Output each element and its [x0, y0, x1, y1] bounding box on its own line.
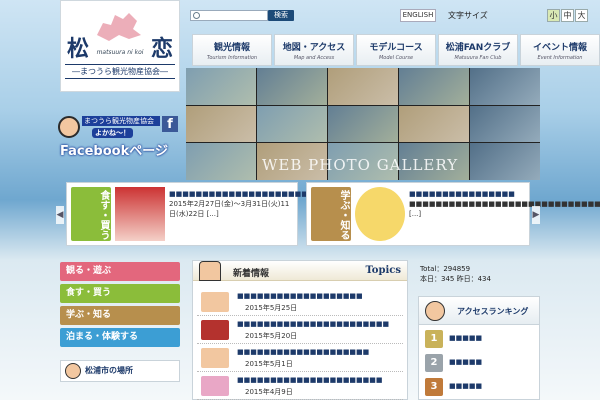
feature-card[interactable]: 学ぶ・知る ■■■■■■■■■■■■■■■■ ■■■■■■■■■■■■■■■■■…: [306, 182, 600, 246]
counter-today: 本日：345 昨日：434: [420, 275, 491, 283]
feature-card[interactable]: 食す・買う ■■■■■■■■■■■■■■■■■■■■■ 2015年2月27日(金…: [66, 182, 308, 246]
site-logo[interactable]: 松 恋 matsuura ni koi ―まつうら観光物産協会―: [60, 0, 180, 92]
nav-fan-club[interactable]: 松浦FANクラブ Matsuura Fan Club: [438, 34, 518, 66]
access-ranking: アクセスランキング 1 ■■■■■ 2 ■■■■■ 3 ■■■■■: [418, 296, 540, 400]
nav-map-access[interactable]: 地図・アクセス Map and Access: [274, 34, 354, 66]
font-size-medium[interactable]: 中: [561, 9, 574, 22]
slider-prev-arrow[interactable]: ◀: [56, 206, 64, 224]
feature-category: 学ぶ・知る: [311, 187, 351, 241]
ranking-item[interactable]: 2 ■■■■■: [425, 353, 533, 373]
logo-association: ―まつうら観光物産協会―: [65, 64, 175, 79]
news-thumbnail: [201, 292, 229, 312]
english-button[interactable]: ENGLISH: [400, 9, 436, 22]
feature-link[interactable]: ■■■■■■■■■■■■■■■■■■■■■: [169, 189, 308, 199]
gallery-photo[interactable]: [399, 105, 469, 143]
logo-kanji-left: 松: [67, 36, 90, 62]
gallery-title: WEB PHOTO GALLERY: [262, 156, 459, 174]
mascot-icon: [58, 116, 80, 138]
facebook-banner[interactable]: まつうら観光物産協会 よかね～！ f Facebookページ: [58, 116, 180, 159]
news-header: 新着情報 Topics: [193, 261, 407, 281]
ranking-item[interactable]: 3 ■■■■■: [425, 377, 533, 397]
mascot-icon: [65, 363, 81, 379]
news-item[interactable]: ■■■■■■■■■■■■■■■■■■■■■■ 2015年4月9日: [197, 373, 403, 400]
news-item[interactable]: ■■■■■■■■■■■■■■■■■■■■■■■ 2015年5月20日: [197, 317, 403, 344]
gallery-photo[interactable]: [186, 105, 256, 143]
gallery-photo[interactable]: [257, 105, 327, 143]
location-link[interactable]: 松浦市の場所: [60, 360, 180, 382]
news-title-en: Topics: [365, 265, 401, 276]
mascot-icon: [355, 187, 405, 241]
news-item[interactable]: ■■■■■■■■■■■■■■■■■■■■ 2015年5月1日: [197, 345, 403, 372]
speech-bubble: よかね～！: [92, 128, 133, 138]
search-button[interactable]: 検索: [268, 10, 294, 21]
mascot-icon: [199, 261, 221, 281]
gallery-photo[interactable]: [186, 143, 256, 180]
counter-total: Total：294859: [420, 265, 471, 273]
font-size-small[interactable]: 小: [547, 9, 560, 22]
facebook-badge: まつうら観光物産協会: [82, 116, 160, 126]
facebook-icon: f: [162, 116, 178, 132]
search-input[interactable]: [190, 10, 268, 21]
nav-events[interactable]: イベント情報 Event Information: [520, 34, 600, 66]
gallery-photo[interactable]: [328, 105, 398, 143]
news-title: 新着情報: [233, 269, 270, 279]
ranking-title: アクセスランキング: [457, 307, 529, 316]
ranking-header: アクセスランキング: [419, 297, 539, 325]
logo-roman: matsuura ni koi: [96, 49, 144, 56]
feature-link[interactable]: ■■■■■■■■■■■■■■■■: [409, 189, 525, 199]
global-nav: 観光情報 Tourism Information 地図・アクセス Map and A…: [192, 34, 600, 66]
news-thumbnail: [201, 348, 229, 368]
mascot-icon: [425, 301, 445, 321]
nav-model-course[interactable]: モデルコース Model Course: [356, 34, 436, 66]
nav-tourism[interactable]: 観光情報 Tourism Information: [192, 34, 272, 66]
news-panel: 新着情報 Topics ■■■■■■■■■■■■■■■■■■■ 2015年5月2…: [192, 260, 408, 400]
left-nav-eat-buy[interactable]: 食す・買う: [60, 284, 180, 303]
feature-category: 食す・買う: [71, 187, 111, 241]
feature-body: 2015年2月27日(金)〜3月31日(火)11日(水)22日 [...]: [169, 200, 290, 218]
gallery-photo[interactable]: [186, 68, 256, 105]
left-nav-learn[interactable]: 学ぶ・知る: [60, 306, 180, 325]
gallery-photo[interactable]: [399, 68, 469, 105]
feature-body: ■■■■■■■■■■■■■■■■■■■■■■■■■■■■■■■■ [...]: [409, 200, 600, 218]
font-size-large[interactable]: 大: [575, 9, 588, 22]
news-thumbnail: [201, 376, 229, 396]
news-item[interactable]: ■■■■■■■■■■■■■■■■■■■ 2015年5月25日: [197, 289, 403, 316]
gallery-photo[interactable]: [257, 68, 327, 105]
left-nav-see-play[interactable]: 観る・遊ぶ: [60, 262, 180, 281]
slider-next-arrow[interactable]: ▶: [532, 206, 540, 224]
font-size-label: 文字サイズ: [448, 11, 488, 20]
gallery-photo[interactable]: [470, 105, 540, 143]
gallery-photo[interactable]: [328, 68, 398, 105]
news-thumbnail: [201, 320, 229, 340]
search-icon: [193, 12, 200, 19]
feature-thumbnail: [115, 187, 165, 241]
left-nav-stay[interactable]: 泊まる・体験する: [60, 328, 180, 347]
ranking-item[interactable]: 1 ■■■■■: [425, 329, 533, 349]
gallery-photo[interactable]: [470, 68, 540, 105]
logo-kanji-right: 恋: [150, 36, 173, 62]
gallery-photo[interactable]: [470, 143, 540, 180]
access-counter: Total：294859 本日：345 昨日：434: [420, 264, 491, 284]
facebook-label: Facebookページ: [60, 144, 168, 159]
